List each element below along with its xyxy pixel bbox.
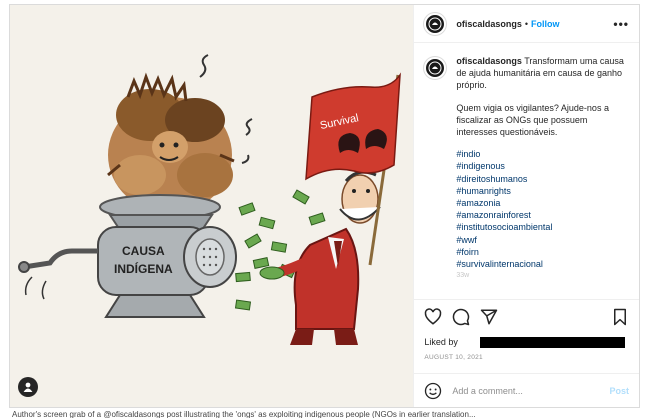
figure-caption: Author's screen grab of a @ofiscaldasong… — [12, 410, 476, 418]
more-options-icon[interactable]: ••• — [613, 17, 629, 31]
caption-timestamp: 33w — [456, 272, 470, 280]
post-date: AUGUST 10, 2021 — [424, 354, 483, 361]
hashtag[interactable]: #wwf — [456, 234, 629, 246]
likes-row: Liked by — [414, 333, 639, 351]
comment-input[interactable] — [452, 385, 610, 396]
hashtag-list: #indio #indigenous #direitoshumanos #hum… — [456, 148, 629, 282]
caption-avatar[interactable] — [424, 57, 447, 79]
caption-area: ofiscaldasongs Transformam uma causa de … — [414, 43, 639, 299]
user-tag-icon[interactable] — [18, 377, 38, 397]
bookmark-icon[interactable] — [611, 308, 629, 326]
cartoon-illustration: CAUSA INDÍGENA Survival — [10, 5, 414, 407]
comment-icon[interactable] — [452, 308, 470, 326]
post-header: ofiscaldasongs • Follow ••• — [414, 5, 639, 43]
likes-label: Liked by — [424, 337, 458, 347]
hashtag[interactable]: #amazonrainforest — [456, 209, 629, 221]
hashtag[interactable]: #amazonia — [456, 197, 629, 209]
hashtag[interactable]: #indigenous — [456, 160, 629, 172]
heart-icon[interactable] — [424, 307, 442, 326]
post-image[interactable]: CAUSA INDÍGENA Survival — [10, 5, 415, 407]
action-bar — [414, 299, 639, 333]
hashtag[interactable]: #direitoshumanos — [456, 173, 629, 185]
hashtag[interactable]: #humanrights — [456, 185, 629, 197]
hashtag[interactable]: #institutosocioambiental — [456, 221, 629, 233]
machine-label-2: INDÍGENA — [114, 261, 173, 276]
post-comment-button[interactable]: Post — [609, 386, 629, 396]
caption-text-2: Quem vigia os vigilantes? Ajude-nos a fi… — [456, 102, 609, 138]
comment-row: Post — [414, 373, 639, 407]
separator-dot: • — [524, 18, 529, 29]
caption-body: ofiscaldasongs Transformam uma causa de … — [456, 55, 629, 299]
instagram-post: CAUSA INDÍGENA Survival ofiscaldasongs •… — [9, 4, 640, 408]
hashtag[interactable]: #indio — [456, 148, 629, 160]
hashtag[interactable]: #survivalinternacional — [456, 258, 629, 270]
caption-username[interactable]: ofiscaldasongs — [456, 56, 522, 66]
header-username[interactable]: ofiscaldasongs — [456, 19, 522, 29]
send-icon[interactable] — [480, 308, 498, 326]
follow-button[interactable]: Follow — [531, 19, 560, 29]
person-glyph — [23, 382, 33, 392]
redaction-bar — [479, 336, 625, 348]
machine-label-1: CAUSA — [122, 244, 165, 258]
avatar[interactable] — [424, 12, 447, 35]
hashtag[interactable]: #foirn — [456, 246, 629, 258]
emoji-icon[interactable] — [424, 382, 442, 400]
post-sidebar: ofiscaldasongs • Follow ••• ofiscaldason… — [414, 5, 639, 407]
